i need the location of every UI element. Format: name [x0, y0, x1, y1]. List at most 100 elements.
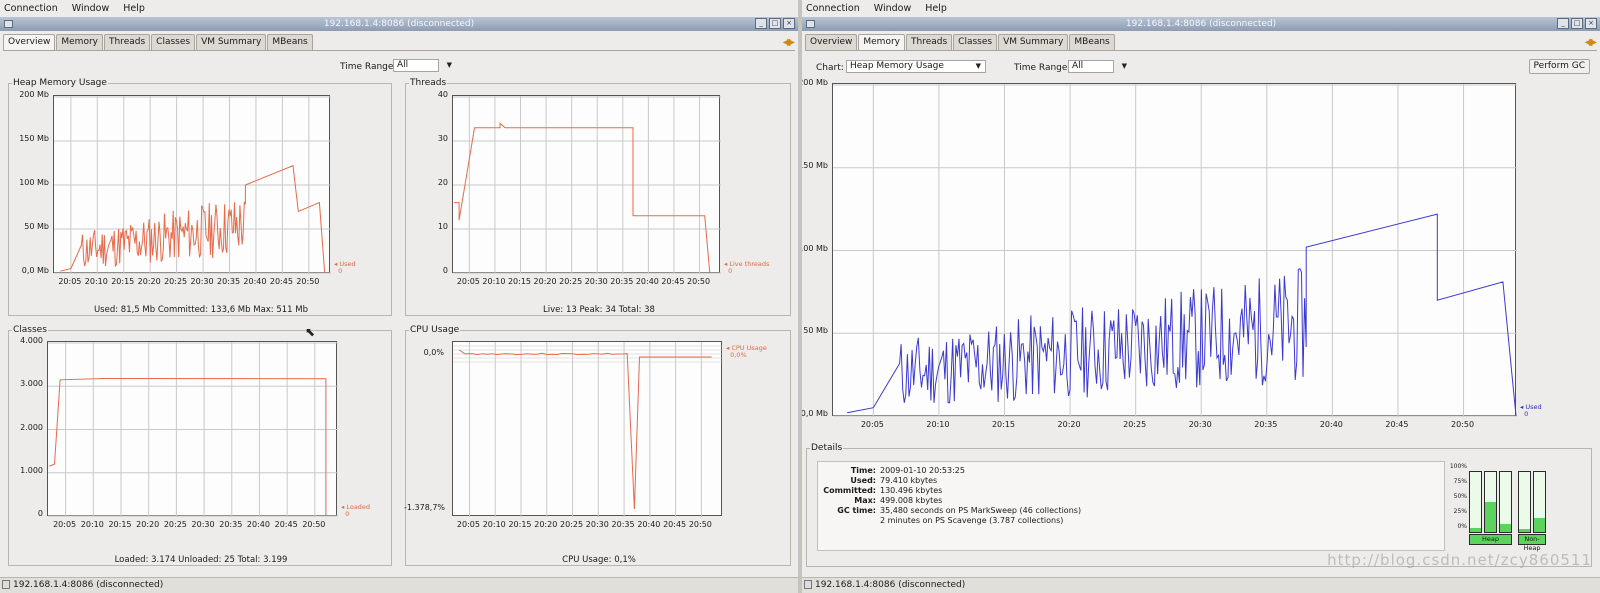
left-window: Connection Window Help 192.168.1.4:8086 … [0, 0, 798, 593]
series-legend: ◂ Used 0 [1520, 403, 1542, 418]
menu-window[interactable]: Window [874, 3, 911, 14]
detail-row: 2 minutes on PS Scavenge (3.787 collecti… [880, 516, 1064, 525]
series-line [60, 164, 326, 274]
x-tick-label: 20:50 [688, 520, 712, 529]
pct-label: 25% [1453, 508, 1467, 515]
details-box: Time: 2009-01-10 20:53:25 Used: 79.410 kby… [817, 461, 1445, 551]
close-icon[interactable]: × [1585, 18, 1597, 29]
y-tick-label: 150 Mb [19, 134, 49, 143]
maximize-icon[interactable]: □ [769, 18, 781, 29]
panel-title: Threads [409, 78, 448, 88]
menu-connection[interactable]: Connection [4, 3, 58, 14]
legend-name: Live threads [729, 260, 770, 268]
chart-plot-area [832, 83, 1517, 417]
tab-mbeans[interactable]: MBeans [1069, 34, 1115, 51]
x-tick-label: 20:40 [1319, 420, 1343, 429]
x-tick-label: 20:30 [191, 520, 215, 529]
minimize-icon[interactable]: _ [1557, 18, 1569, 29]
menubar: Connection Window Help [802, 0, 1600, 17]
chevron-down-icon: ▼ [975, 62, 981, 70]
chart-plot-area [53, 95, 331, 274]
panel-title: Classes [12, 325, 48, 335]
chart-label: Chart: [816, 63, 844, 73]
series-line [458, 349, 712, 510]
window-title: 192.168.1.4:8086 (disconnected) [1125, 19, 1277, 29]
x-tick-label: 20:25 [163, 520, 187, 529]
y-tick-label: 20 [437, 178, 448, 187]
tab-scroll-arrows-icon[interactable]: ◀▶ [783, 37, 796, 48]
series-legend: ◂ Used 0 [334, 260, 356, 275]
nonheap-group-label[interactable]: Non-Heap [1518, 534, 1546, 552]
detail-row: Time: 2009-01-10 20:53:25 [850, 466, 965, 475]
minimize-icon[interactable]: _ [755, 18, 767, 29]
y-tick-label: 4.000 [20, 336, 43, 345]
x-tick-label: 20:45 [1385, 420, 1409, 429]
y-tick-label: 50 Mb [803, 326, 828, 336]
chart-select[interactable]: Heap Memory Usage ▼ [846, 60, 986, 73]
series-line [48, 377, 327, 516]
y-tick-label: 10 [437, 222, 448, 231]
x-tick-label: 20:25 [1123, 420, 1147, 429]
tab-memory[interactable]: Memory [56, 34, 103, 51]
x-tick-label: 20:20 [136, 520, 160, 529]
heap-pool-bar[interactable] [1469, 471, 1482, 533]
y-tick-label: 50 Mb [24, 222, 49, 231]
x-tick-label: 20:50 [1451, 420, 1475, 429]
time-range-label: Time Range: [1014, 63, 1071, 73]
tab-bar: Overview Memory Threads Classes VM Summa… [805, 34, 1116, 51]
detail-row: Committed: 130.496 kbytes [823, 486, 943, 495]
tab-overview[interactable]: Overview [3, 34, 56, 51]
perform-gc-button[interactable]: Perform GC [1528, 59, 1590, 74]
maximize-icon[interactable]: □ [1571, 18, 1583, 29]
x-tick-label: 20:15 [991, 420, 1016, 429]
internal-window-titlebar[interactable]: 192.168.1.4:8086 (disconnected) _ □ × [802, 17, 1600, 31]
tab-vm-summary[interactable]: VM Summary [196, 34, 267, 51]
heap-group-label[interactable]: Heap [1469, 534, 1512, 545]
tab-classes[interactable]: Classes [151, 34, 196, 51]
x-tick-label: 20:45 [274, 520, 298, 529]
time-range-select[interactable]: All ▼ [393, 59, 452, 72]
tab-threads[interactable]: Threads [905, 34, 953, 51]
menu-help[interactable]: Help [925, 3, 947, 14]
tab-classes[interactable]: Classes [953, 34, 998, 51]
detail-row: Max: 499.008 kbytes [854, 496, 943, 505]
pct-label: 50% [1453, 493, 1467, 500]
x-tick-label: 20:35 [219, 520, 243, 529]
right-window: Connection Window Help 192.168.1.4:8086 … [802, 0, 1600, 593]
classes-footer: Loaded: 3.174 Unloaded: 25 Total: 3.199 [114, 555, 288, 565]
time-range-select[interactable]: All ▼ [1068, 60, 1127, 73]
connection-icon [2, 580, 10, 589]
tab-vm-summary[interactable]: VM Summary [998, 34, 1069, 51]
chevron-down-icon: ▼ [446, 61, 452, 69]
menu-connection[interactable]: Connection [806, 3, 860, 14]
tab-mbeans[interactable]: MBeans [267, 34, 313, 51]
tab-threads[interactable]: Threads [103, 34, 151, 51]
menu-help[interactable]: Help [123, 3, 145, 14]
y-tick-label: 30 [437, 134, 448, 143]
window-title: 192.168.1.4:8086 (disconnected) [323, 19, 475, 29]
legend-value: 0,0% [730, 351, 747, 359]
nonheap-pool-bar[interactable] [1518, 471, 1531, 533]
status-bar: 192.168.1.4:8086 (disconnected) [802, 577, 1600, 593]
heap-pool-bar[interactable] [1499, 471, 1512, 533]
status-bar: 192.168.1.4:8086 (disconnected) [0, 577, 798, 593]
internal-window-titlebar[interactable]: 192.168.1.4:8086 (disconnected) _ □ × [0, 17, 798, 31]
x-tick-label: 20:10 [80, 520, 104, 529]
heap-pool-bar[interactable] [1484, 471, 1497, 533]
nonheap-pool-bar[interactable] [1533, 471, 1546, 533]
details-title: Details [810, 443, 844, 453]
legend-value: 0 [345, 510, 350, 518]
menu-window[interactable]: Window [72, 3, 109, 14]
legend-value: 0 [1524, 410, 1529, 418]
y-tick-label: 1.000 [20, 465, 43, 475]
chart-plot-area [452, 341, 723, 517]
x-tick-label: 20:35 [1254, 420, 1278, 429]
tab-scroll-arrows-icon[interactable]: ◀▶ [1585, 37, 1598, 48]
legend-value: 0 [728, 267, 733, 275]
tab-overview[interactable]: Overview [805, 34, 858, 51]
y-tick-label: 0,0% [423, 348, 444, 357]
heap-footer: Used: 81,5 Mb Committed: 133,6 Mb Max: 5… [93, 305, 309, 315]
tab-memory[interactable]: Memory [858, 34, 905, 51]
close-icon[interactable]: × [783, 18, 795, 29]
menubar: Connection Window Help [0, 0, 798, 17]
